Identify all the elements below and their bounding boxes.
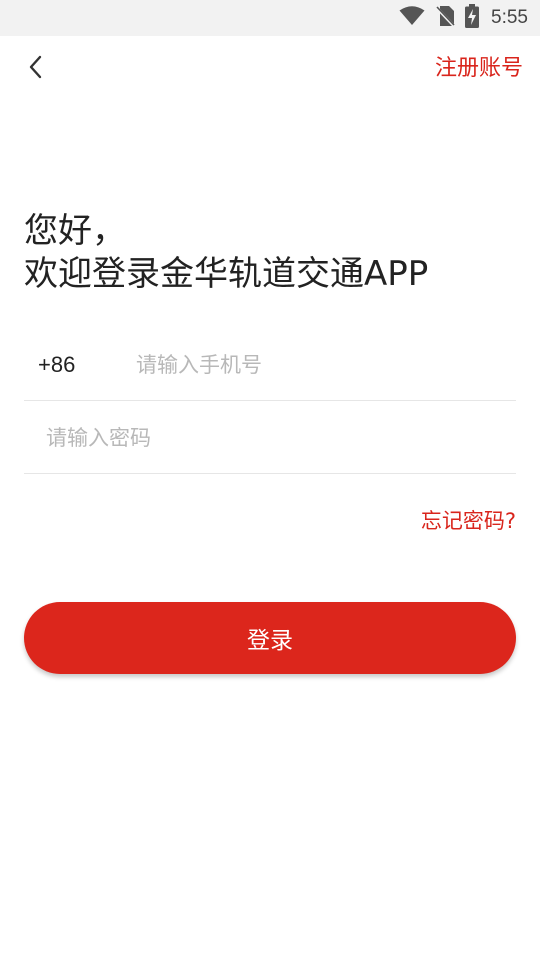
phone-field-row: +86 [24, 330, 516, 401]
status-icons: 5:55 [399, 0, 528, 36]
welcome-heading: 您好， 欢迎登录金华轨道交通APP [24, 210, 524, 296]
login-button[interactable]: 登录 [24, 602, 516, 674]
status-time: 5:55 [491, 7, 528, 28]
country-code-selector[interactable]: +86 [24, 352, 136, 378]
password-field-row [24, 402, 516, 474]
wifi-icon [399, 6, 425, 30]
status-bar: 5:55 [0, 0, 540, 36]
forgot-password-link[interactable]: 忘记密码? [421, 505, 516, 537]
chevron-left-icon [28, 54, 44, 84]
register-account-link[interactable]: 注册账号 [435, 53, 523, 85]
greeting-line-2: 欢迎登录金华轨道交通APP [24, 254, 429, 294]
password-input[interactable] [46, 417, 516, 458]
battery-charging-icon [465, 4, 480, 32]
phone-input[interactable] [136, 345, 516, 385]
greeting-line-1: 您好， [24, 211, 126, 251]
no-sim-icon [434, 5, 456, 31]
back-button[interactable] [22, 54, 50, 84]
